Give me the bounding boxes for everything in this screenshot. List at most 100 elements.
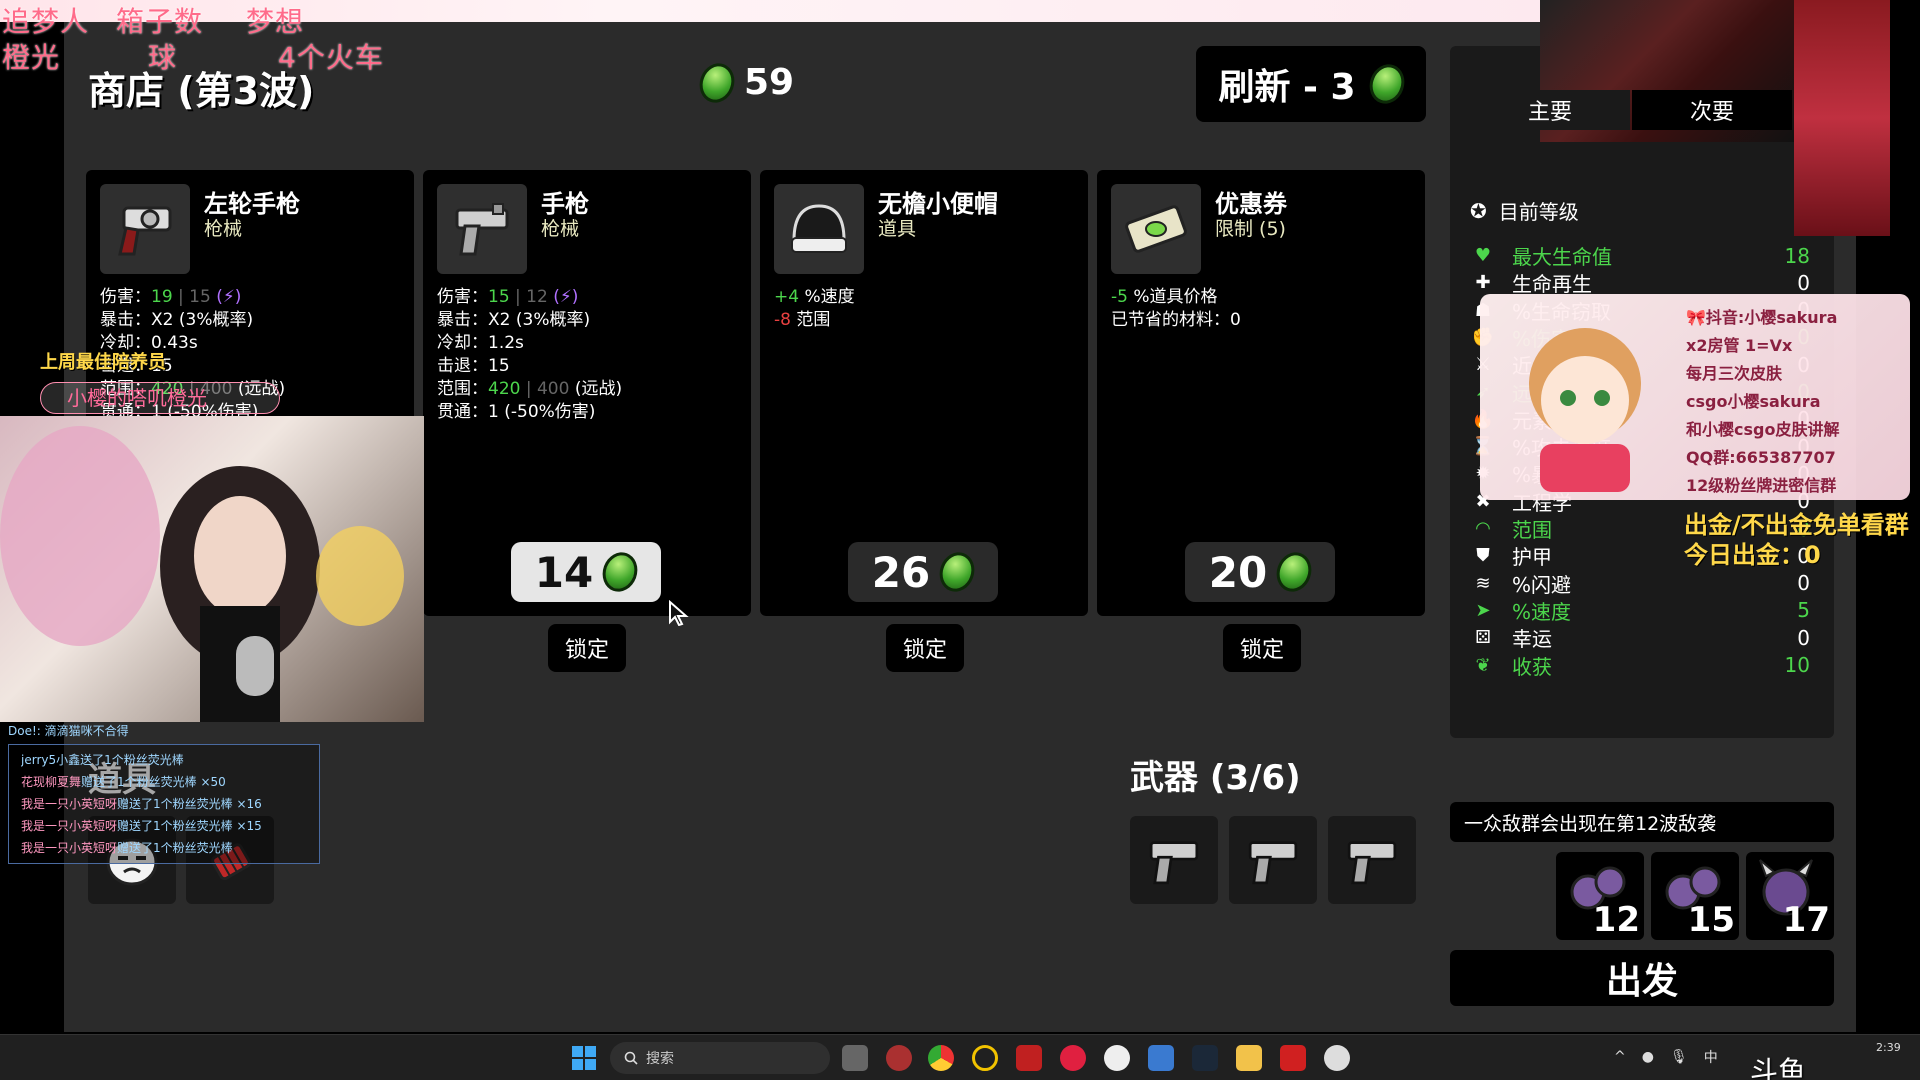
- stat-value: 5: [1797, 598, 1810, 623]
- item-stats: -5 %道具价格 已节省的材料：0: [1111, 286, 1241, 332]
- stat-row[interactable]: ⚄ 幸运 0: [1470, 624, 1810, 652]
- luck-icon: ⚄: [1475, 627, 1491, 649]
- wave-number: 12: [1592, 900, 1640, 940]
- price-value: 20: [1208, 547, 1268, 597]
- item-stats: +4 %速度 -8 范围: [774, 286, 855, 332]
- payout-notice: 出金/不出金免单看群 今日出金：0: [1684, 510, 1909, 570]
- brotato-app-icon[interactable]: [1324, 1045, 1350, 1071]
- current-level-row: ✪ 目前等级: [1470, 196, 1579, 225]
- dodge-icon: ≋: [1475, 572, 1491, 594]
- chevron-up-icon[interactable]: ^: [1614, 1049, 1626, 1065]
- buy-price-button[interactable]: 14: [511, 542, 661, 602]
- gift-banner: 上周最佳陪养员: [40, 352, 166, 373]
- tray-app-icon[interactable]: ●: [1642, 1049, 1654, 1065]
- stat-row[interactable]: ✚ 生命再生 0: [1470, 269, 1810, 297]
- screen: 追梦人 箱子数 梦想 橙光 球 4个火车 商店 (第3波) 59 刷新 - 3 …: [0, 0, 1920, 1080]
- level-label: 目前等级: [1498, 200, 1579, 224]
- heart-icon: ♥: [1474, 245, 1492, 266]
- stat-row[interactable]: ➤ %速度 5: [1470, 597, 1810, 624]
- stat-label: %闪避: [1512, 572, 1572, 597]
- range-icon: ◠: [1475, 518, 1491, 539]
- heart-plus-icon: ✚: [1475, 272, 1491, 294]
- buy-price-button[interactable]: 26: [848, 542, 998, 602]
- netease-music-icon[interactable]: [1060, 1045, 1086, 1071]
- chrome-icon[interactable]: [928, 1045, 954, 1071]
- pistol-icon: [1248, 841, 1298, 885]
- taskbar-search[interactable]: 搜索: [610, 1042, 830, 1074]
- materials-value: 59: [744, 62, 795, 103]
- stat-row[interactable]: ♥ 最大生命值 18: [1470, 242, 1810, 270]
- effect-line: 已节省的材料：0: [1111, 310, 1241, 330]
- task-view-icon[interactable]: [842, 1045, 868, 1071]
- materials-counter: 59: [694, 57, 795, 108]
- material-icon: [1363, 59, 1410, 109]
- enemy-wave-card: 17: [1746, 852, 1834, 940]
- app-icon[interactable]: [886, 1045, 912, 1071]
- refresh-label: 刷新 - 3: [1218, 67, 1356, 108]
- overlay-text: 梦想: [246, 5, 305, 38]
- stat-label: 幸运: [1512, 627, 1552, 652]
- tab-primary[interactable]: 主要: [1470, 90, 1630, 130]
- tab-secondary[interactable]: 次要: [1632, 90, 1792, 130]
- app-icon[interactable]: [972, 1045, 998, 1071]
- wave-number: 15: [1687, 900, 1735, 940]
- payout-line: 出金/不出金免单看群: [1684, 511, 1909, 539]
- stat-line: 冷却：1.2s: [437, 333, 524, 353]
- item-type: 枪械: [541, 218, 580, 240]
- mouse-cursor-icon: [669, 600, 689, 626]
- stat-value: 18: [1784, 243, 1810, 268]
- refresh-button[interactable]: 刷新 - 3: [1196, 46, 1426, 122]
- app-icon[interactable]: [1104, 1045, 1130, 1071]
- stat-value: 10: [1784, 653, 1810, 677]
- overlay-text: 追梦人: [2, 5, 90, 38]
- app-icon[interactable]: [1148, 1045, 1174, 1071]
- pistol-icon: [437, 184, 527, 274]
- stat-label: 收获: [1512, 654, 1552, 679]
- stat-row[interactable]: ≋ %闪避 0: [1470, 570, 1810, 597]
- app-icon[interactable]: [1016, 1045, 1042, 1071]
- promo-line: 12级粉丝牌进密信群: [1686, 476, 1837, 495]
- effect-line: -8 范围: [774, 310, 831, 330]
- windows-start-icon[interactable]: [572, 1046, 596, 1070]
- wps-icon[interactable]: [1280, 1045, 1306, 1071]
- go-button[interactable]: 出发: [1450, 950, 1834, 1006]
- steam-icon[interactable]: [1192, 1045, 1218, 1071]
- price-value: 14: [534, 547, 594, 597]
- stat-row[interactable]: ❦ 收获 10: [1470, 652, 1810, 679]
- chat-line: jerry5小鑫送了1个粉丝荧光棒: [21, 753, 184, 767]
- stream-room-id: 斗鱼 505819: [1750, 1055, 1807, 1080]
- weapon-slot[interactable]: [1130, 816, 1218, 904]
- promo-line: 每月三次皮肤: [1686, 364, 1783, 383]
- shop-card-beanie[interactable]: 无檐小便帽 道具 +4 %速度 -8 范围 26: [760, 170, 1088, 616]
- enemy-wave-notice: 一众敌群会出现在第12波敌袭: [1450, 802, 1834, 842]
- lock-button[interactable]: 锁定: [886, 624, 964, 672]
- armor-icon: ⛊: [1476, 545, 1490, 567]
- effect-line: -5 %道具价格: [1111, 287, 1218, 307]
- weapon-slot[interactable]: [1229, 816, 1317, 904]
- effect-line: +4 %速度: [774, 287, 855, 307]
- promo-line: QQ群:665387707: [1686, 448, 1836, 467]
- overlay-text: 橙光: [2, 41, 61, 74]
- item-type: 枪械: [204, 218, 243, 240]
- gift-sub: 小樱的嗒叽橙光: [40, 382, 280, 414]
- ime-indicator[interactable]: 中: [1704, 1047, 1718, 1067]
- chat-line: 花现柳夏舞赠送了1个粉丝荧光棒 ×50: [21, 775, 226, 789]
- revolver-icon: [100, 184, 190, 274]
- shop-card-pistol[interactable]: 手枪 枪械 伤害：15 | 12 (⚡) 暴击：X2 (3%概率) 冷却：1.2…: [423, 170, 751, 616]
- lock-button[interactable]: 锁定: [1223, 624, 1301, 672]
- material-icon: [694, 57, 740, 108]
- lock-button[interactable]: 锁定: [548, 624, 626, 672]
- stat-value: 0: [1797, 625, 1810, 650]
- enemy-wave-card: 12: [1556, 852, 1644, 940]
- stat-value: 0: [1797, 270, 1810, 295]
- coupon-icon: [1111, 184, 1201, 274]
- item-type: 限制 (5): [1215, 218, 1286, 240]
- taskbar: 搜索 ^ ● 🎙 中 2:39: [0, 1034, 1920, 1080]
- shop-card-coupon[interactable]: 优惠券 限制 (5) -5 %道具价格 已节省的材料：0 20: [1097, 170, 1425, 616]
- beanie-icon: [774, 184, 864, 274]
- weapon-slot[interactable]: [1328, 816, 1416, 904]
- folder-icon[interactable]: [1236, 1045, 1262, 1071]
- buy-price-button[interactable]: 20: [1185, 542, 1335, 602]
- harvest-icon: ❦: [1475, 654, 1491, 676]
- microphone-icon[interactable]: 🎙: [1670, 1049, 1688, 1065]
